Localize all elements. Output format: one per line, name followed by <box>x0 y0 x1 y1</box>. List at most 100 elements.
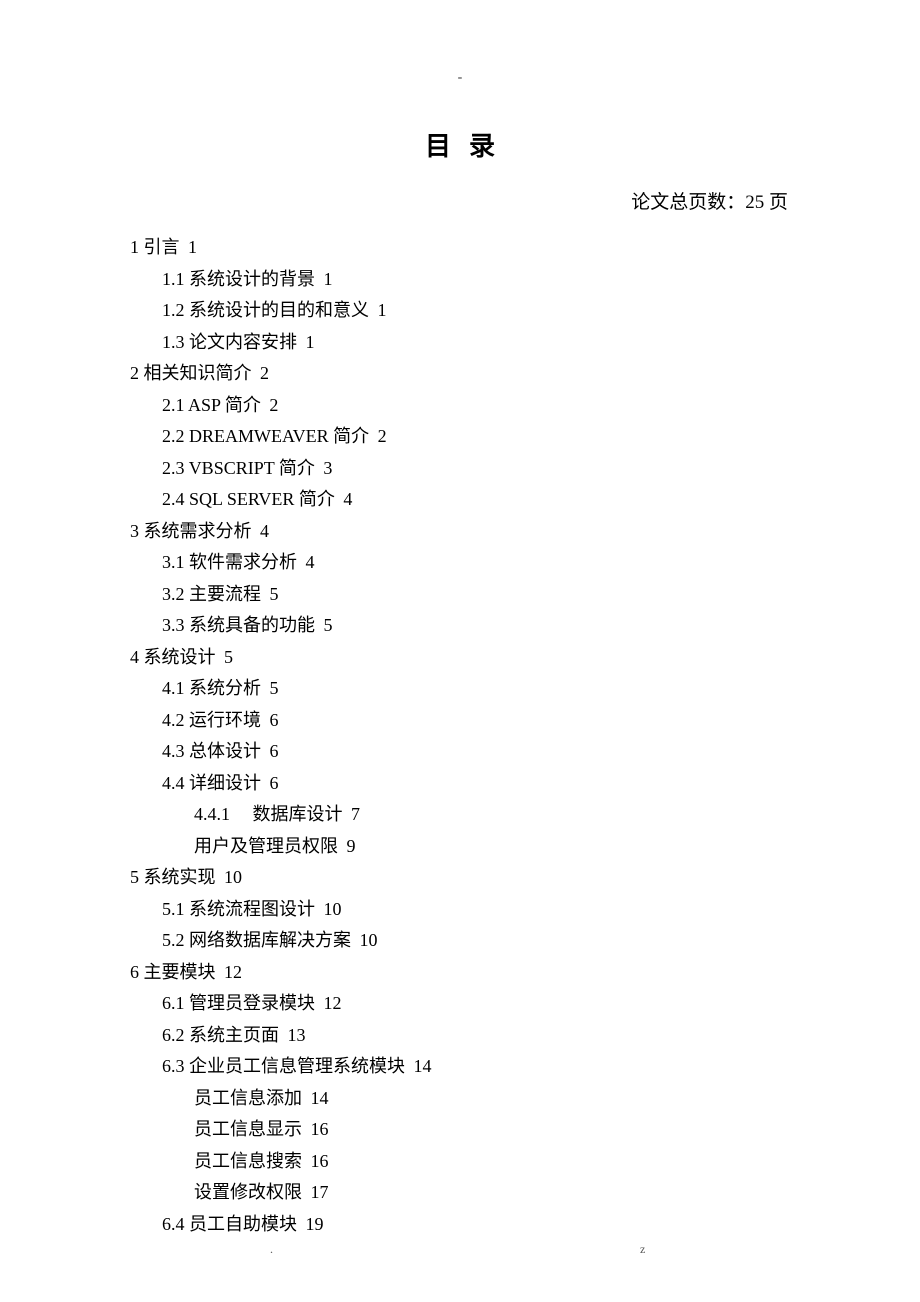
toc-entry: 3.3 系统具备的功能 5 <box>130 610 790 642</box>
toc-entry-number: 2.2 <box>162 426 185 446</box>
toc-entry: 2.4 SQL SERVER 简介 4 <box>130 484 790 516</box>
toc-entry-page: 12 <box>320 993 342 1013</box>
toc-entry-title: 企业员工信息管理系统模块 <box>189 1056 405 1076</box>
toc-entry-number: 3.3 <box>162 615 185 635</box>
toc-entry-page: 1 <box>320 269 333 289</box>
toc-entry-title: 系统具备的功能 <box>189 615 315 635</box>
toc-entry-number: 6.1 <box>162 993 185 1013</box>
toc-entry-title: 系统实现 <box>144 867 216 887</box>
toc-entry-number: 4.2 <box>162 710 185 730</box>
toc-entry-page: 6 <box>266 741 279 761</box>
toc-entry-title: 系统流程图设计 <box>189 899 315 919</box>
toc-entry-title: 网络数据库解决方案 <box>189 930 351 950</box>
toc-entry-page: 5 <box>266 584 279 604</box>
toc-entry-page: 14 <box>307 1088 329 1108</box>
toc-entry: 3 系统需求分析 4 <box>130 516 790 548</box>
toc-entry-title: 总体设计 <box>189 741 261 761</box>
toc-entry-number: 6 <box>130 962 139 982</box>
toc-entry-title: 主要流程 <box>189 584 261 604</box>
toc-entry: 2.1 ASP 简介 2 <box>130 390 790 422</box>
toc-entry-page: 1 <box>302 332 315 352</box>
toc-entry-title: 管理员登录模块 <box>189 993 315 1013</box>
toc-list: 1 引言 11.1 系统设计的背景 11.2 系统设计的目的和意义 11.3 论… <box>130 232 790 1240</box>
toc-entry-number: 2.1 <box>162 395 185 415</box>
document-page: - 目录 论文总页数：25 页 1 引言 11.1 系统设计的背景 11.2 系… <box>0 0 920 1300</box>
toc-entry: 6.3 企业员工信息管理系统模块 14 <box>130 1051 790 1083</box>
toc-entry: 5.1 系统流程图设计 10 <box>130 894 790 926</box>
toc-entry-title: 相关知识简介 <box>144 363 252 383</box>
toc-entry-number: 3.2 <box>162 584 185 604</box>
toc-entry-page: 14 <box>410 1056 432 1076</box>
toc-entry: 4.4 详细设计 6 <box>130 768 790 800</box>
toc-entry-page: 19 <box>302 1214 324 1234</box>
toc-entry-page: 16 <box>307 1119 329 1139</box>
toc-entry-title: VBSCRIPT 简介 <box>189 458 315 478</box>
toc-entry-title: 系统主页面 <box>189 1025 279 1045</box>
toc-entry: 6.4 员工自助模块 19 <box>130 1209 790 1241</box>
toc-entry-title: 运行环境 <box>189 710 261 730</box>
toc-entry-title: DREAMWEAVER 简介 <box>189 426 369 446</box>
toc-entry-page: 7 <box>347 804 360 824</box>
toc-entry: 4.1 系统分析 5 <box>130 673 790 705</box>
toc-entry-page: 1 <box>374 300 387 320</box>
toc-entry: 6 主要模块 12 <box>130 957 790 989</box>
page-count-label: 论文总页数：25 页 <box>130 187 790 214</box>
toc-entry-page: 4 <box>339 489 352 509</box>
toc-entry-page: 2 <box>374 426 387 446</box>
toc-entry-number: 1.3 <box>162 332 185 352</box>
toc-title: 目录 <box>130 126 790 163</box>
toc-entry: 5 系统实现 10 <box>130 862 790 894</box>
toc-entry-page: 3 <box>319 458 332 478</box>
toc-entry-number: 2 <box>130 363 139 383</box>
toc-entry-page: 4 <box>256 521 269 541</box>
toc-entry-number: 5 <box>130 867 139 887</box>
toc-entry: 4.3 总体设计 6 <box>130 736 790 768</box>
toc-entry-page: 1 <box>184 237 197 257</box>
toc-entry-number: 1 <box>130 237 139 257</box>
toc-entry-page: 4 <box>302 552 315 572</box>
toc-entry-title: 系统设计 <box>144 647 216 667</box>
toc-entry-number: 2.3 <box>162 458 185 478</box>
toc-entry-number: 3.1 <box>162 552 185 572</box>
toc-entry: 4.4.1 数据库设计 7 <box>130 799 790 831</box>
toc-entry: 6.2 系统主页面 13 <box>130 1020 790 1052</box>
toc-entry-number: 4.3 <box>162 741 185 761</box>
toc-entry-page: 17 <box>307 1182 329 1202</box>
toc-entry: 5.2 网络数据库解决方案 10 <box>130 925 790 957</box>
toc-entry-number: 2.4 <box>162 489 185 509</box>
toc-entry: 3.2 主要流程 5 <box>130 579 790 611</box>
toc-entry: 1.2 系统设计的目的和意义 1 <box>130 295 790 327</box>
toc-entry: 2.3 VBSCRIPT 简介 3 <box>130 453 790 485</box>
toc-entry-number: 1.2 <box>162 300 185 320</box>
toc-entry-title: ASP 简介 <box>188 395 261 415</box>
toc-entry: 4.2 运行环境 6 <box>130 705 790 737</box>
toc-entry-number: 5.1 <box>162 899 185 919</box>
toc-entry-number: 6.3 <box>162 1056 185 1076</box>
toc-entry: 员工信息显示 16 <box>130 1114 790 1146</box>
toc-entry-page: 10 <box>220 867 242 887</box>
toc-entry-title: 系统分析 <box>189 678 261 698</box>
toc-entry-title: 引言 <box>144 237 180 257</box>
toc-entry-page: 2 <box>256 363 269 383</box>
toc-entry: 3.1 软件需求分析 4 <box>130 547 790 579</box>
toc-entry-title: 员工信息搜索 <box>194 1151 302 1171</box>
toc-entry-title: 系统需求分析 <box>144 521 252 541</box>
toc-entry-title: 设置修改权限 <box>194 1182 302 1202</box>
toc-entry: 6.1 管理员登录模块 12 <box>130 988 790 1020</box>
toc-entry-page: 5 <box>220 647 233 667</box>
toc-entry-page: 13 <box>284 1025 306 1045</box>
toc-entry: 1.1 系统设计的背景 1 <box>130 264 790 296</box>
toc-entry-page: 12 <box>220 962 242 982</box>
toc-entry-page: 9 <box>343 836 356 856</box>
toc-entry-number: 4.4.1 <box>194 804 230 824</box>
toc-entry-page: 5 <box>320 615 333 635</box>
toc-entry-page: 10 <box>320 899 342 919</box>
toc-entry-number: 6.2 <box>162 1025 185 1045</box>
footer-right: z <box>640 1242 645 1257</box>
toc-entry-title: 数据库设计 <box>235 804 343 824</box>
toc-entry: 设置修改权限 17 <box>130 1177 790 1209</box>
toc-entry: 1.3 论文内容安排 1 <box>130 327 790 359</box>
toc-entry-title: 系统设计的背景 <box>189 269 315 289</box>
footer-left: . <box>270 1242 273 1257</box>
toc-entry-number: 5.2 <box>162 930 185 950</box>
